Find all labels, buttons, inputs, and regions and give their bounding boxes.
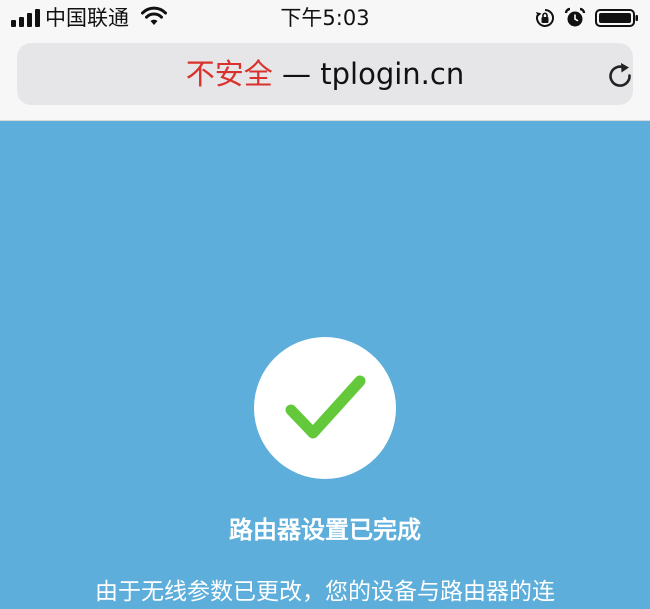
address-domain: tplogin.cn xyxy=(320,57,465,91)
address-separator: — xyxy=(272,57,321,91)
page-title: 路由器设置已完成 xyxy=(229,516,421,544)
alarm-icon xyxy=(564,7,586,27)
address-bar[interactable]: 不安全 — tplogin.cn xyxy=(17,43,633,105)
check-icon xyxy=(285,375,366,439)
status-bar: 中国联通 下午5:03 xyxy=(0,0,650,36)
battery-icon xyxy=(595,9,638,27)
reload-icon[interactable] xyxy=(607,62,635,92)
page-description: 由于无线参数已更改，您的设备与路由器的连 xyxy=(95,579,555,605)
router-setup-complete-page: 路由器设置已完成 由于无线参数已更改，您的设备与路由器的连 xyxy=(0,121,650,605)
orientation-lock-icon xyxy=(536,9,554,27)
browser-toolbar: 不安全 — tplogin.cn xyxy=(0,36,650,121)
success-badge xyxy=(254,337,396,479)
address-text[interactable]: 不安全 — tplogin.cn xyxy=(17,43,633,105)
not-secure-label: 不安全 xyxy=(185,57,273,91)
